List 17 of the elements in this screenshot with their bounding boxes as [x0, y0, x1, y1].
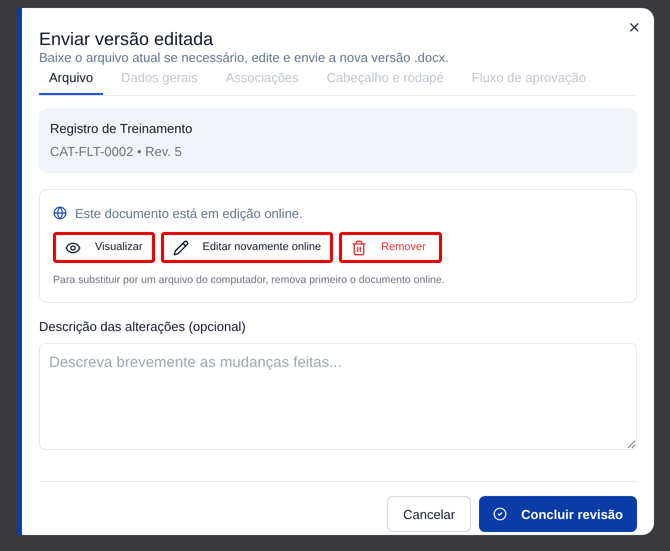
document-name: Registro de Treinamento: [50, 120, 194, 138]
confirm-button[interactable]: Concluir revisão: [479, 496, 637, 532]
eye-icon: [65, 240, 81, 256]
document-meta: CAT-FLT-0002 • Rev. 5: [50, 143, 183, 161]
pencil-icon: [172, 240, 188, 256]
check-circle-icon: [493, 507, 508, 522]
status-text: Este documento está em edição online.: [75, 204, 303, 223]
cancel-button[interactable]: Cancelar: [387, 496, 472, 532]
dialog-title: Enviar versão editada: [39, 28, 214, 50]
dialog-subtitle: Baixe o arquivo atual se necessário, edite e envie a nova versão .docx.: [39, 50, 450, 66]
trash-icon: [351, 240, 368, 256]
tab[interactable]: Arquivo: [39, 68, 104, 94]
description-label: Descrição das alterações (opcional): [39, 318, 247, 336]
close-button[interactable]: ×: [628, 18, 640, 38]
hint-text: Para substituir por um arquivo do computador, remova primeiro o documento online.: [53, 273, 446, 288]
globe-icon: [53, 206, 67, 220]
description-field[interactable]: Descreva brevemente as mudanças feitas...: [39, 343, 637, 450]
